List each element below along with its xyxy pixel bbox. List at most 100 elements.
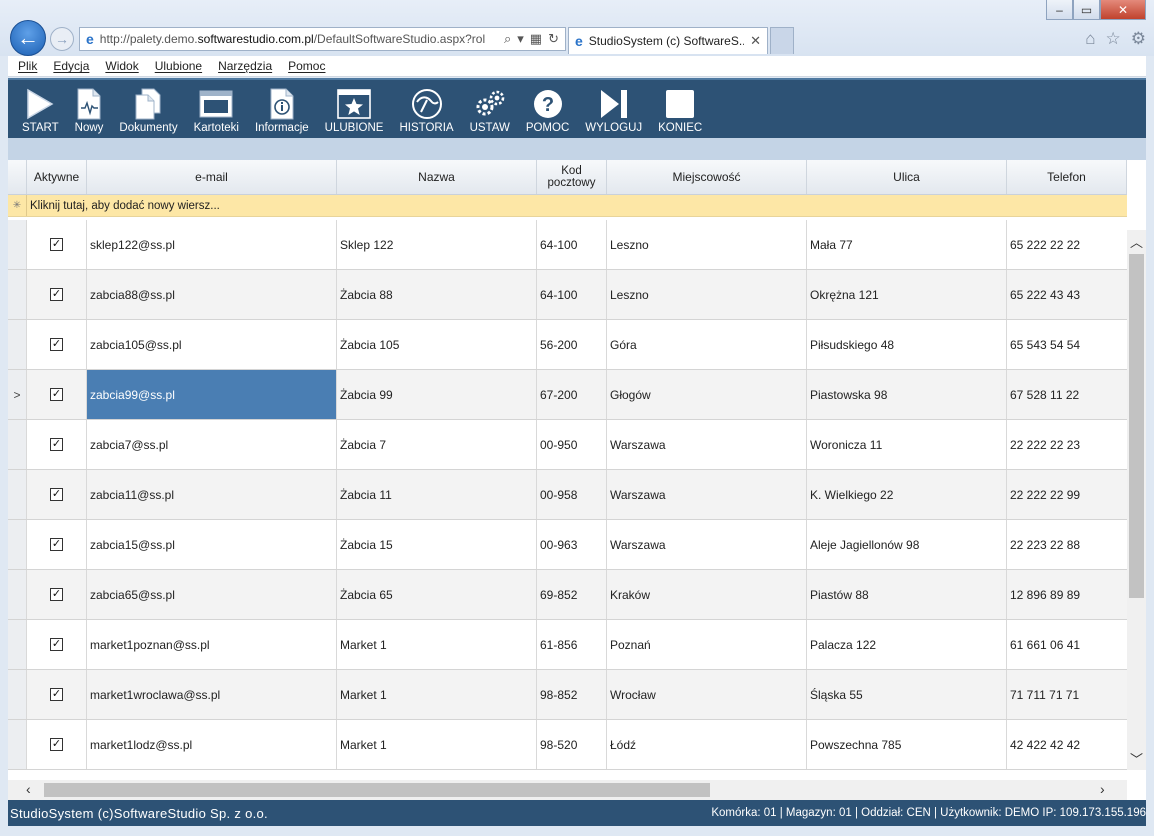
cell-kod-pocztowy[interactable]: 00-958 (537, 470, 607, 519)
row-indicator[interactable] (8, 720, 27, 769)
row-indicator[interactable] (8, 620, 27, 669)
menu-edycja[interactable]: Edycja (53, 59, 89, 73)
table-row[interactable]: ✓ market1wroclawa@ss.pl Market 1 98-852 Wroc… (8, 670, 1127, 720)
cell-kod-pocztowy[interactable]: 56-200 (537, 320, 607, 369)
cell-kod-pocztowy[interactable]: 67-200 (537, 370, 607, 419)
forward-button[interactable]: → (50, 27, 74, 51)
row-indicator[interactable] (8, 670, 27, 719)
cell-nazwa[interactable]: Market 1 (337, 620, 537, 669)
browser-tab[interactable]: e StudioSystem (c) SoftwareS... ✕ (568, 27, 768, 54)
table-row[interactable]: > ✓ zabcia99@ss.pl Żabcia 99 67-200 Głogów Pia… (8, 370, 1127, 420)
horizontal-scroll-thumb[interactable] (44, 783, 710, 797)
vertical-scroll-thumb[interactable] (1129, 254, 1144, 598)
cell-kod-pocztowy[interactable]: 00-950 (537, 420, 607, 469)
column-header-miejscowosc[interactable]: Miejscowość (607, 160, 807, 194)
tab-close-icon[interactable]: ✕ (750, 33, 761, 49)
cell-kod-pocztowy[interactable]: 64-100 (537, 220, 607, 269)
kartoteki-button[interactable]: Kartoteki (186, 80, 247, 138)
table-row[interactable]: ✓ zabcia88@ss.pl Żabcia 88 64-100 Leszno Okrę… (8, 270, 1127, 320)
row-indicator[interactable] (8, 520, 27, 569)
cell-telefon[interactable]: 22 222 22 99 (1007, 470, 1127, 519)
aktywne-checkbox[interactable]: ✓ (50, 438, 63, 451)
cell-email[interactable]: zabcia65@ss.pl (87, 570, 337, 619)
wyloguj-button[interactable]: WYLOGUJ (577, 80, 650, 138)
cell-email[interactable]: zabcia15@ss.pl (87, 520, 337, 569)
cell-miejscowosc[interactable]: Warszawa (607, 420, 807, 469)
cell-ulica[interactable]: Powszechna 785 (807, 720, 1007, 769)
cell-kod-pocztowy[interactable]: 98-520 (537, 720, 607, 769)
aktywne-checkbox[interactable]: ✓ (50, 388, 63, 401)
cell-kod-pocztowy[interactable]: 69-852 (537, 570, 607, 619)
column-header-email[interactable]: e-mail (87, 160, 337, 194)
cell-nazwa[interactable]: Market 1 (337, 670, 537, 719)
dokumenty-button[interactable]: Dokumenty (111, 80, 185, 138)
cell-miejscowosc[interactable]: Głogów (607, 370, 807, 419)
add-new-row[interactable]: ✳ Kliknij tutaj, aby dodać nowy wiersz..… (8, 195, 1127, 217)
cell-email[interactable]: market1poznan@ss.pl (87, 620, 337, 669)
url-text[interactable]: http://palety.demo.softwarestudio.com.pl… (100, 32, 500, 46)
cell-email[interactable]: zabcia88@ss.pl (87, 270, 337, 319)
aktywne-checkbox[interactable]: ✓ (50, 288, 63, 301)
cell-ulica[interactable]: Piastowska 98 (807, 370, 1007, 419)
table-row[interactable]: ✓ zabcia11@ss.pl Żabcia 11 00-958 Warszawa K.… (8, 470, 1127, 520)
ustaw-button[interactable]: USTAW (462, 80, 518, 138)
cell-ulica[interactable]: Mała 77 (807, 220, 1007, 269)
cell-ulica[interactable]: K. Wielkiego 22 (807, 470, 1007, 519)
cell-kod-pocztowy[interactable]: 98-852 (537, 670, 607, 719)
cell-ulica[interactable]: Aleje Jagiellonów 98 (807, 520, 1007, 569)
row-indicator[interactable] (8, 220, 27, 269)
cell-email[interactable]: zabcia11@ss.pl (87, 470, 337, 519)
scroll-left-icon[interactable]: ‹ (26, 781, 31, 797)
aktywne-checkbox[interactable]: ✓ (50, 638, 63, 651)
menu-narzedzia[interactable]: Narzędzia (218, 59, 272, 73)
table-row[interactable]: ✓ zabcia105@ss.pl Żabcia 105 56-200 Góra Piłs… (8, 320, 1127, 370)
aktywne-checkbox[interactable]: ✓ (50, 538, 63, 551)
ulubione-button[interactable]: ULUBIONE (317, 80, 392, 138)
table-row[interactable]: ✓ zabcia65@ss.pl Żabcia 65 69-852 Kraków Pias… (8, 570, 1127, 620)
minimize-button[interactable]: – (1046, 0, 1073, 20)
cell-miejscowosc[interactable]: Leszno (607, 220, 807, 269)
cell-telefon[interactable]: 65 543 54 54 (1007, 320, 1127, 369)
table-row[interactable]: ✓ market1lodz@ss.pl Market 1 98-520 Łódź Pows… (8, 720, 1127, 770)
cell-nazwa[interactable]: Żabcia 99 (337, 370, 537, 419)
start-button[interactable]: START (14, 80, 67, 138)
cell-telefon[interactable]: 67 528 11 22 (1007, 370, 1127, 419)
aktywne-checkbox[interactable]: ✓ (50, 688, 63, 701)
row-indicator[interactable]: > (8, 370, 27, 419)
cell-email[interactable]: market1lodz@ss.pl (87, 720, 337, 769)
cell-email[interactable]: zabcia99@ss.pl (87, 370, 337, 419)
cell-ulica[interactable]: Śląska 55 (807, 670, 1007, 719)
column-header-telefon[interactable]: Telefon (1007, 160, 1127, 194)
cell-kod-pocztowy[interactable]: 00-963 (537, 520, 607, 569)
cell-ulica[interactable]: Woronicza 11 (807, 420, 1007, 469)
aktywne-checkbox[interactable]: ✓ (50, 488, 63, 501)
cell-nazwa[interactable]: Żabcia 15 (337, 520, 537, 569)
cell-miejscowosc[interactable]: Warszawa (607, 520, 807, 569)
row-indicator[interactable] (8, 320, 27, 369)
refresh-icon[interactable]: ↻ (548, 31, 559, 47)
cell-telefon[interactable]: 22 223 22 88 (1007, 520, 1127, 569)
aktywne-checkbox[interactable]: ✓ (50, 738, 63, 751)
cell-telefon[interactable]: 12 896 89 89 (1007, 570, 1127, 619)
new-tab-button[interactable] (770, 27, 794, 54)
aktywne-checkbox[interactable]: ✓ (50, 238, 63, 251)
row-indicator[interactable] (8, 420, 27, 469)
cell-telefon[interactable]: 71 711 71 71 (1007, 670, 1127, 719)
table-row[interactable]: ✓ zabcia15@ss.pl Żabcia 15 00-963 Warszawa Al… (8, 520, 1127, 570)
informacje-button[interactable]: Informacje (247, 80, 317, 138)
column-header-aktywne[interactable]: Aktywne (27, 160, 87, 194)
cell-nazwa[interactable]: Market 1 (337, 720, 537, 769)
cell-ulica[interactable]: Okrężna 121 (807, 270, 1007, 319)
cell-kod-pocztowy[interactable]: 61-856 (537, 620, 607, 669)
horizontal-scrollbar[interactable]: ‹ › (8, 780, 1127, 800)
aktywne-checkbox[interactable]: ✓ (50, 588, 63, 601)
scroll-down-icon[interactable]: ﹀ (1127, 749, 1146, 768)
cell-miejscowosc[interactable]: Kraków (607, 570, 807, 619)
row-indicator[interactable] (8, 570, 27, 619)
menu-plik[interactable]: Plik (18, 59, 37, 73)
cell-email[interactable]: zabcia7@ss.pl (87, 420, 337, 469)
menu-ulubione[interactable]: Ulubione (155, 59, 202, 73)
cell-email[interactable]: sklep122@ss.pl (87, 220, 337, 269)
cell-nazwa[interactable]: Żabcia 105 (337, 320, 537, 369)
koniec-button[interactable]: KONIEC (650, 80, 710, 138)
